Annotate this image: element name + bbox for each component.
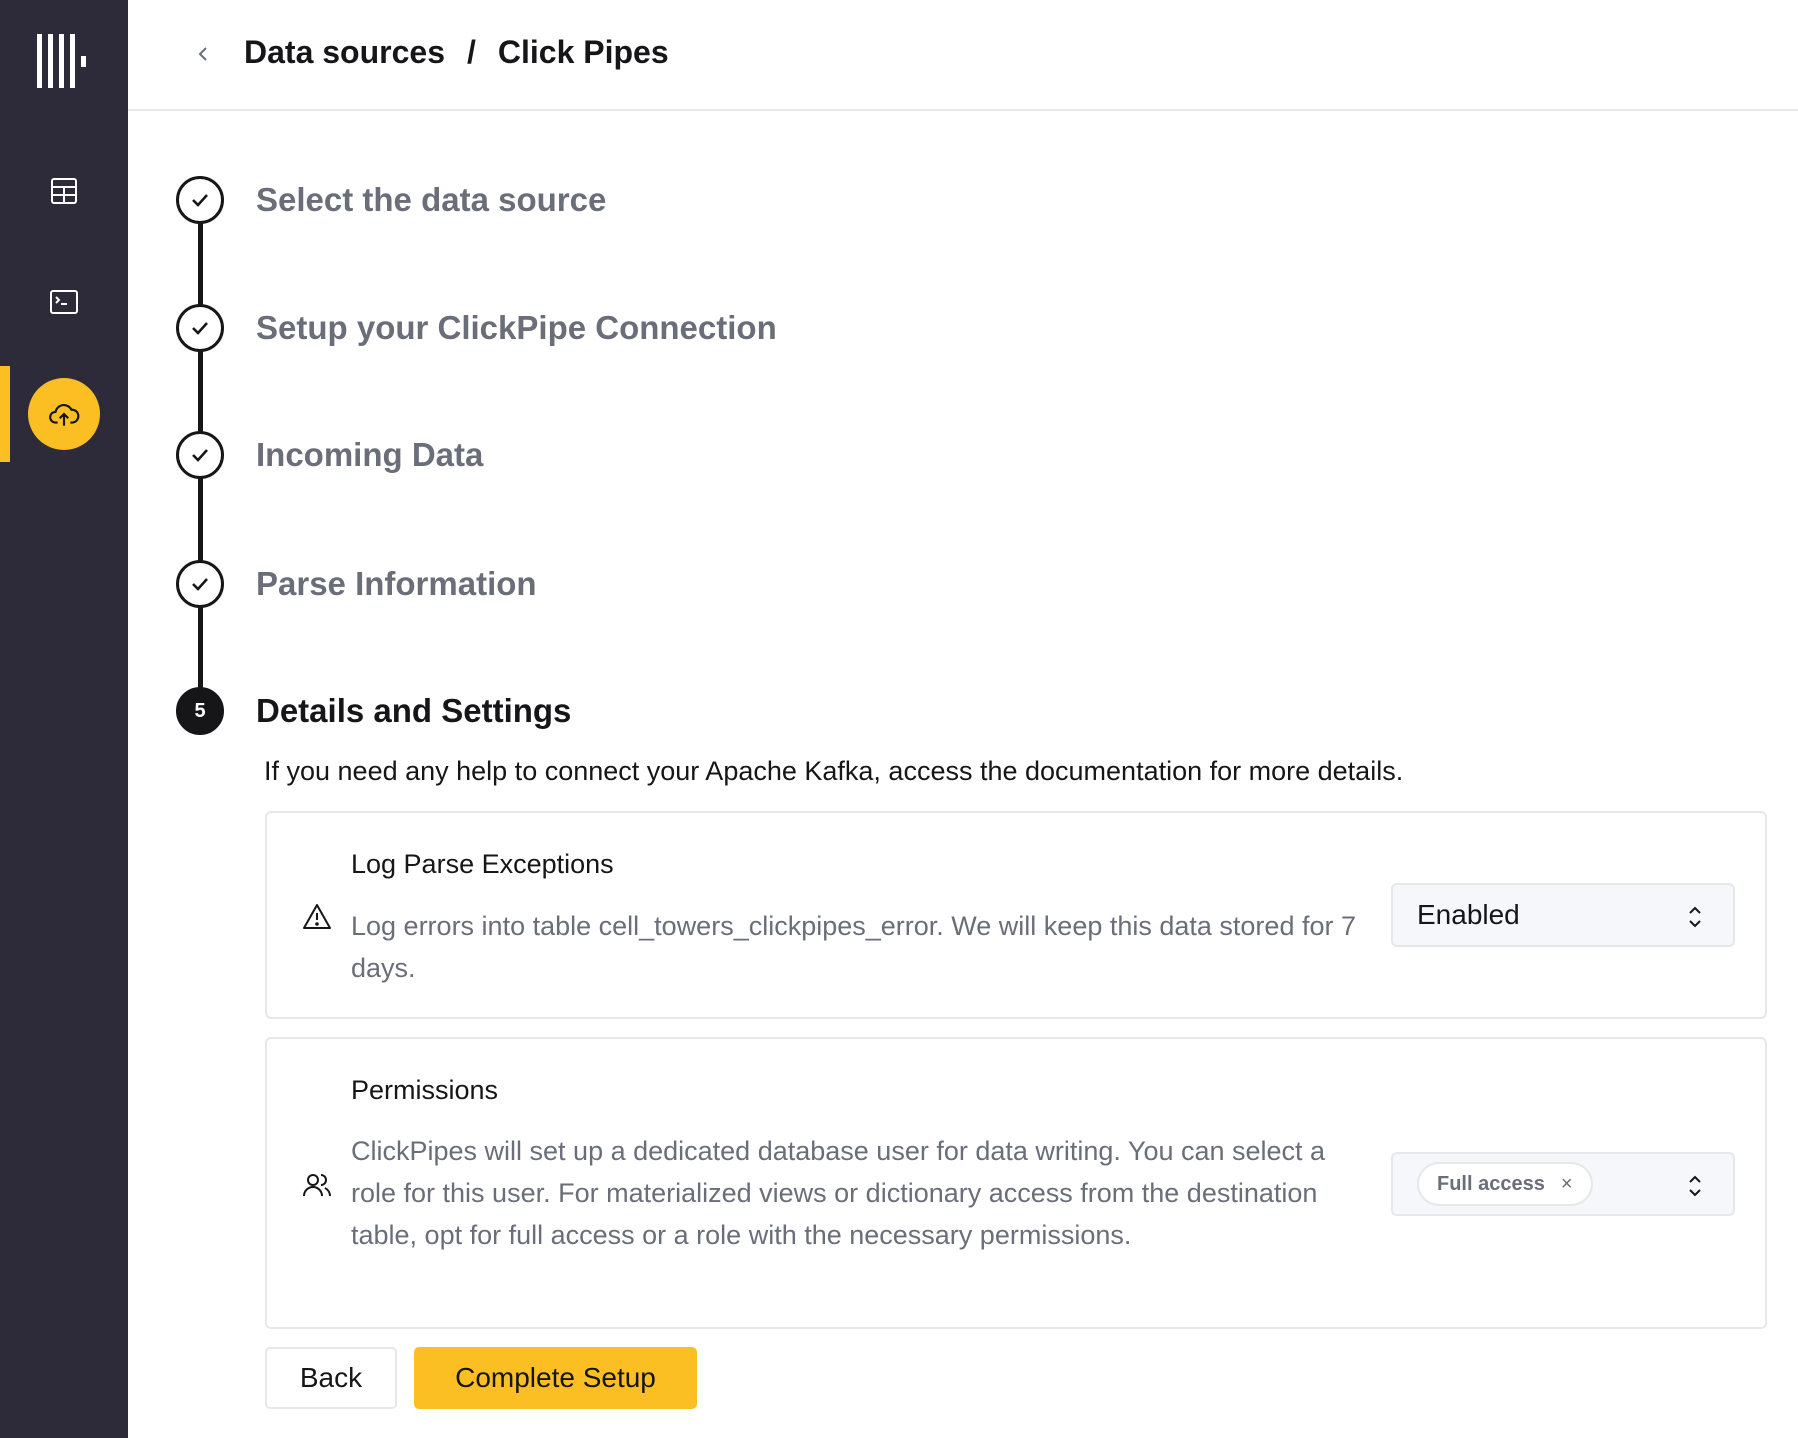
warning-icon [303,904,331,929]
back-button[interactable]: Back [265,1347,397,1409]
select-value: Enabled [1417,899,1520,930]
chevron-up-down-icon [1689,1175,1701,1197]
step-number: 5 [176,687,224,735]
card-description: Log errors into table cell_towers_clickp… [351,911,1356,983]
step-1: Select the data source [176,176,606,224]
step-2: Setup your ClickPipe Connection [176,304,777,352]
permissions-card: Permissions ClickPipes will set up a ded… [265,1037,1767,1329]
active-indicator [0,366,10,462]
cloud-upload-icon [49,403,80,426]
complete-setup-button[interactable]: Complete Setup [414,1347,697,1409]
chevron-left-icon[interactable] [192,40,214,68]
breadcrumb: Data sources / Click Pipes [244,34,669,71]
sidebar [0,0,128,1438]
header: Data sources / Click Pipes [128,0,1798,111]
step-5: 5 Details and Settings [176,687,571,735]
log-parse-select[interactable]: Enabled [1391,883,1735,947]
help-text: If you need any help to connect your Apa… [264,756,1404,786]
check-icon [176,304,224,352]
clickhouse-logo[interactable] [37,34,93,90]
permissions-select[interactable]: Full access × [1391,1152,1735,1216]
breadcrumb-separator: / [466,34,476,70]
step-title: Select the data source [256,181,607,218]
card-description: ClickPipes will set up a dedicated datab… [351,1136,1326,1250]
check-icon [176,431,224,479]
step-title: Parse Information [256,565,537,602]
role-chip: Full access × [1417,1162,1593,1206]
step-title: Details and Settings [256,692,572,729]
terminal-icon[interactable] [48,286,80,318]
check-icon [176,560,224,608]
log-parse-exceptions-card: Log Parse Exceptions Log errors into tab… [265,811,1767,1019]
step-3: Incoming Data [176,431,483,479]
chip-label: Full access [1437,1172,1545,1195]
step-title: Setup your ClickPipe Connection [256,309,777,346]
card-title: Permissions [351,1075,499,1105]
step-4: Parse Information [176,560,537,608]
chevron-up-down-icon [1689,906,1701,928]
sidebar-item-data-sources[interactable] [28,378,100,450]
step-title: Incoming Data [256,436,484,473]
close-icon[interactable]: × [1561,1173,1573,1196]
users-icon [303,1174,331,1197]
breadcrumb-click-pipes: Click Pipes [497,34,669,70]
table-icon[interactable] [48,175,80,207]
breadcrumb-data-sources[interactable]: Data sources [244,34,445,71]
check-icon [176,176,224,224]
card-title: Log Parse Exceptions [351,849,614,879]
